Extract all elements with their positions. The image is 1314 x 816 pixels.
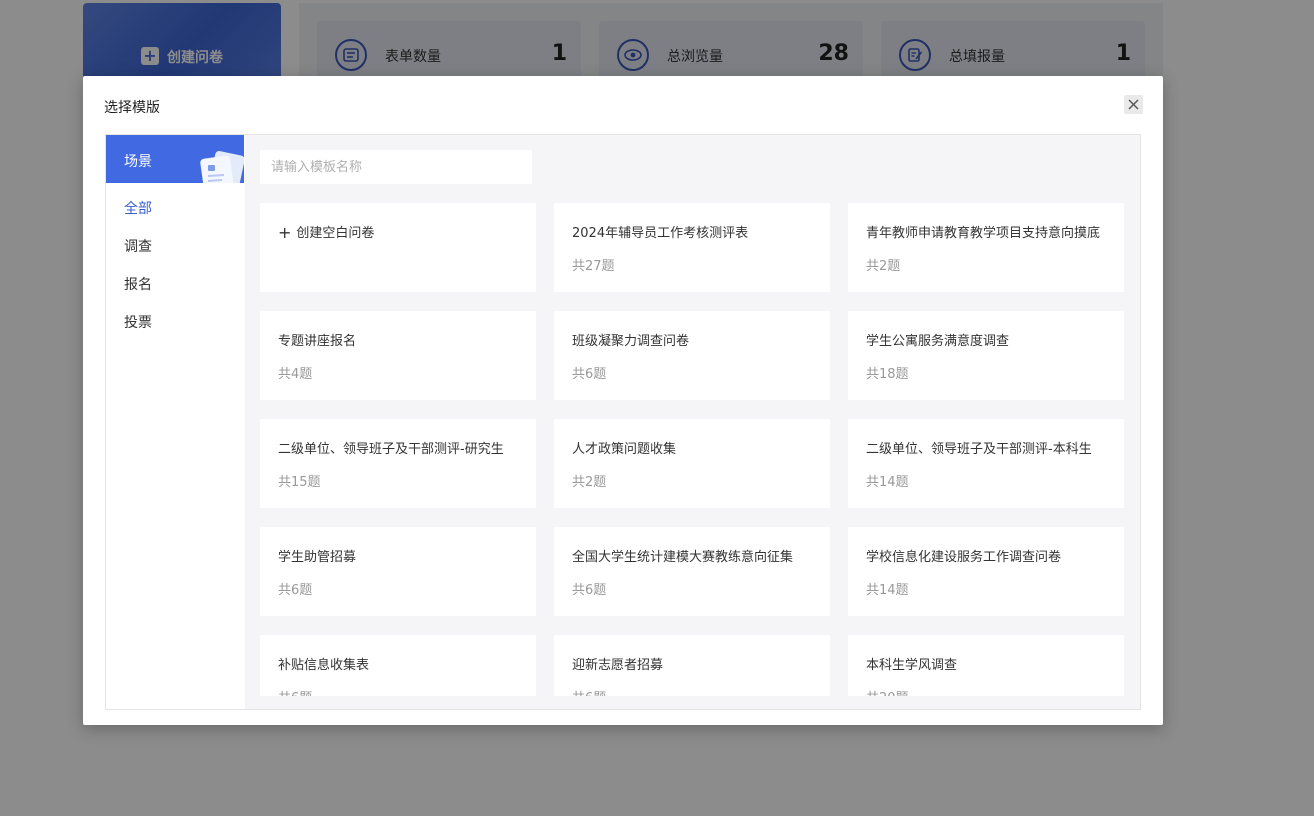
scene-item-vote[interactable]: 投票 [124, 312, 152, 332]
template-card[interactable]: 学生助管招募 共6题 [260, 527, 536, 616]
template-question-count: 共14题 [866, 583, 909, 598]
template-question-count: 共6题 [572, 367, 607, 382]
modal-body: 场景 全部 调查 报名 投票 请输入模板名称 + 创建空白问卷 2024年辅导员… [105, 134, 1141, 710]
template-card[interactable]: 全国大学生统计建模大赛教练意向征集 共6题 [554, 527, 830, 616]
template-name: 全国大学生统计建模大赛教练意向征集 [572, 550, 794, 565]
template-question-count: 共6题 [278, 687, 518, 696]
scene-sidebar-header: 场景 [106, 135, 244, 183]
scene-header-label: 场景 [124, 154, 152, 170]
template-card[interactable]: 专题讲座报名 共4题 [260, 311, 536, 400]
template-card[interactable]: 青年教师申请教育教学项目支持意向摸底 共2题 [848, 203, 1124, 292]
template-card[interactable]: 二级单位、领导班子及干部测评-研究生 共15题 [260, 419, 536, 508]
template-question-count: 共14题 [866, 475, 909, 490]
template-name: 学生助管招募 [278, 550, 357, 565]
template-name: 学校信息化建设服务工作调查问卷 [866, 550, 1062, 565]
template-question-count: 共6题 [572, 583, 607, 598]
template-question-count: 共18题 [866, 367, 909, 382]
template-question-count: 共2题 [866, 259, 901, 274]
modal-close-button[interactable] [1124, 95, 1143, 114]
modal-title: 选择模版 [104, 100, 160, 116]
template-name: 班级凝聚力调查问卷 [572, 334, 690, 349]
template-card[interactable]: 学校信息化建设服务工作调查问卷 共14题 [848, 527, 1124, 616]
template-name: 人才政策问题收集 [572, 442, 677, 457]
template-card[interactable]: 迎新志愿者招募共6题 [554, 635, 830, 696]
scene-sidebar: 场景 全部 调查 报名 投票 [106, 135, 246, 709]
template-card[interactable]: 人才政策问题收集 共2题 [554, 419, 830, 508]
template-name: 2024年辅导员工作考核测评表 [572, 226, 749, 241]
template-question-count: 共20题 [866, 687, 1106, 696]
template-card[interactable]: 补贴信息收集表共6题 [260, 635, 536, 696]
template-name: 青年教师申请教育教学项目支持意向摸底 [866, 226, 1101, 241]
template-name: 二级单位、领导班子及干部测评-本科生 [866, 442, 1092, 457]
template-name: 补贴信息收集表 [278, 658, 370, 673]
template-name: 专题讲座报名 [278, 334, 357, 349]
template-grid[interactable]: + 创建空白问卷 2024年辅导员工作考核测评表 共27题 青年教师申请教育教学项目支… [260, 203, 1124, 696]
template-card[interactable]: 本科生学风调查共20题 [848, 635, 1124, 696]
create-blank-survey-card[interactable]: + 创建空白问卷 [260, 203, 536, 292]
scene-item-all[interactable]: 全部 [124, 198, 152, 218]
close-icon [1128, 95, 1139, 114]
template-picker-modal: 选择模版 场景 全部 调查 报名 投票 请输入模板名称 + 创建空白问卷 202… [83, 76, 1163, 725]
template-question-count: 共6题 [278, 583, 313, 598]
template-card[interactable]: 2024年辅导员工作考核测评表 共27题 [554, 203, 830, 292]
template-question-count: 共15题 [278, 475, 321, 490]
plus-icon: + [278, 223, 292, 241]
template-name: 本科生学风调查 [866, 658, 958, 673]
template-name: 学生公寓服务满意度调查 [866, 334, 1010, 349]
blank-card-label: 创建空白问卷 [296, 226, 375, 241]
template-name: 二级单位、领导班子及干部测评-研究生 [278, 442, 504, 457]
document-cards-icon [196, 151, 244, 183]
template-search-input[interactable] [260, 150, 532, 184]
template-question-count: 共4题 [278, 367, 313, 382]
template-card[interactable]: 学生公寓服务满意度调查 共18题 [848, 311, 1124, 400]
template-name: 迎新志愿者招募 [572, 658, 664, 673]
template-question-count: 共2题 [572, 475, 607, 490]
scene-item-registration[interactable]: 报名 [124, 274, 152, 294]
template-card[interactable]: 二级单位、领导班子及干部测评-本科生 共14题 [848, 419, 1124, 508]
template-card[interactable]: 班级凝聚力调查问卷 共6题 [554, 311, 830, 400]
template-content: +创建空白问卷 2024年辅导员工作考核测评表共27题青年教师申请教育教学项目支… [245, 135, 1140, 709]
scene-item-survey[interactable]: 调查 [124, 236, 152, 256]
template-question-count: 共27题 [572, 259, 615, 274]
template-question-count: 共6题 [572, 687, 812, 696]
